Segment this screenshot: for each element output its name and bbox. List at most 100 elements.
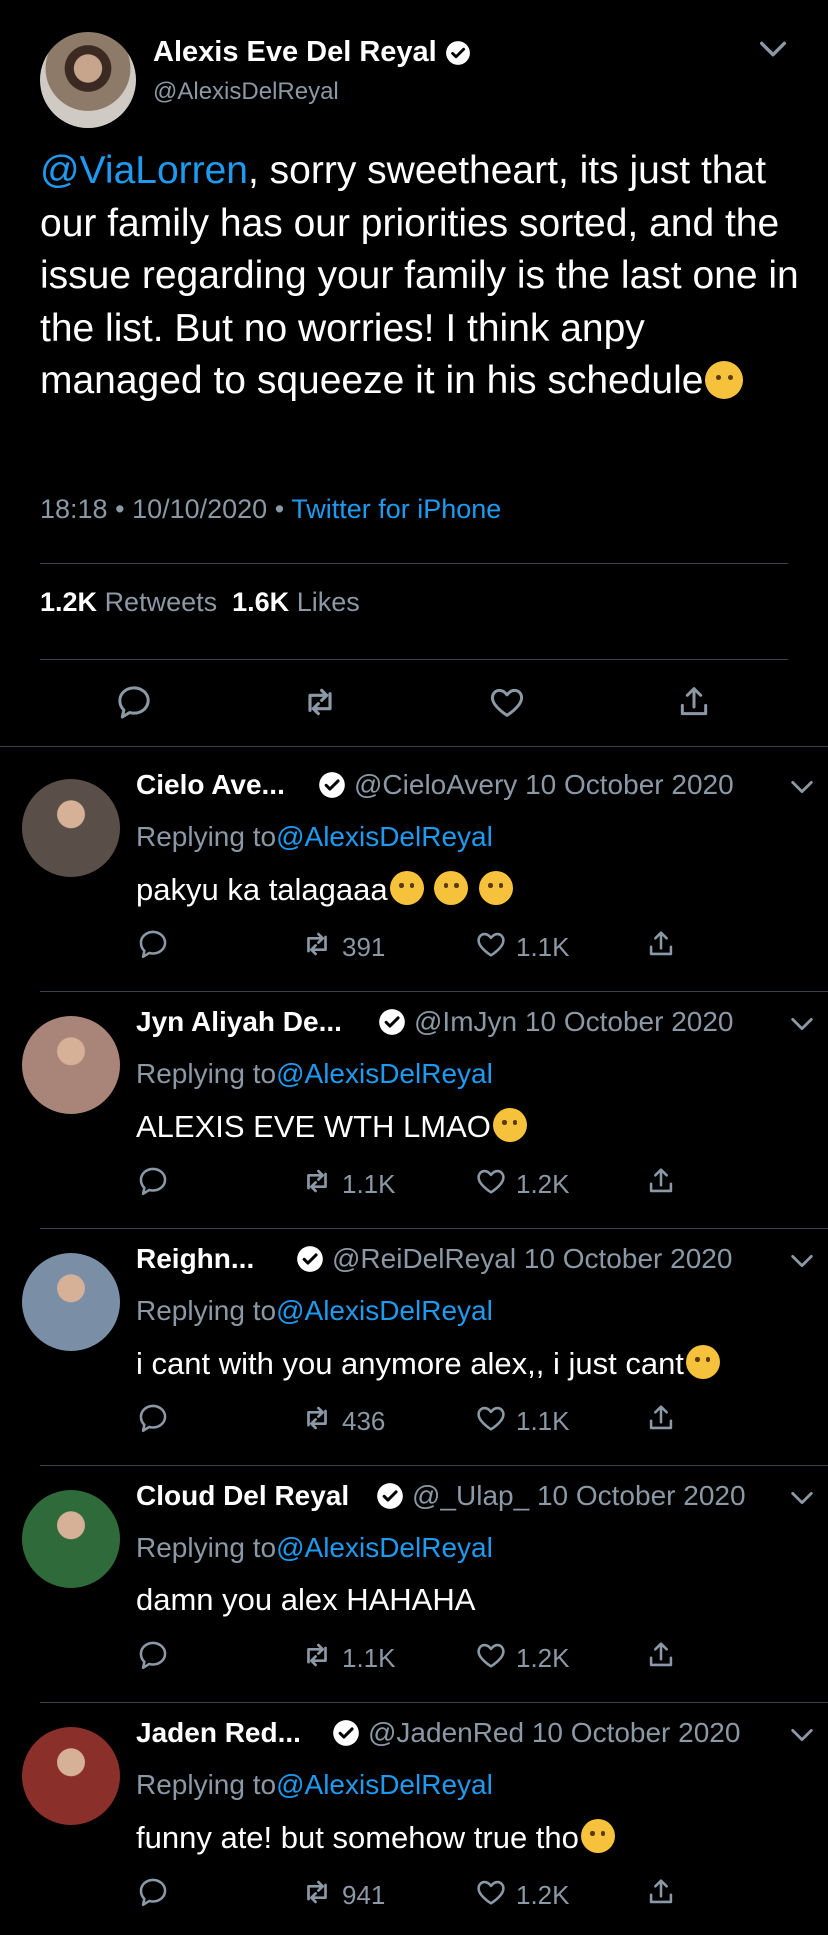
retweet-count: 1.1K [342, 1642, 396, 1673]
meta-dot: • [274, 494, 285, 524]
retweets-stat[interactable]: 1.2K Retweets [40, 587, 217, 617]
reply-author-name[interactable]: Cloud Del Reyal [136, 1480, 349, 1512]
reply-actions: 1.1K 1.2K [136, 1638, 696, 1678]
replying-to-link[interactable]: @AlexisDelReyal [276, 821, 493, 852]
verified-icon [332, 1719, 360, 1747]
retweet-button[interactable]: 1.1K [300, 1638, 396, 1678]
reply-icon [136, 1875, 170, 1916]
divider [40, 659, 788, 660]
retweet-icon [308, 688, 332, 716]
chevron-down-icon[interactable] [788, 1484, 816, 1512]
reply-button[interactable] [136, 1875, 170, 1915]
replying-to-link[interactable]: @AlexisDelReyal [276, 1295, 493, 1326]
reply-handle-date: @ReiDelReyal 10 October 2020 [332, 1243, 732, 1275]
reply-button[interactable] [136, 1401, 170, 1441]
avatar[interactable] [22, 1727, 120, 1825]
chevron-down-icon[interactable] [756, 32, 790, 66]
reply-date: 10 October 2020 [523, 1243, 733, 1274]
tweet-source-link[interactable]: Twitter for iPhone [291, 494, 501, 524]
retweet-icon [300, 927, 334, 968]
like-count: 1.1K [516, 1405, 570, 1436]
main-tweet-text: @ViaLorren, sorry sweetheart, its just t… [40, 145, 800, 408]
reply-handle-date: @_Ulap_ 10 October 2020 [412, 1480, 746, 1512]
like-icon [474, 1638, 508, 1679]
replying-to: Replying to@AlexisDelReyal [136, 821, 493, 853]
avatar[interactable] [22, 1253, 120, 1351]
avatar[interactable] [22, 1016, 120, 1114]
reply-handle[interactable]: @CieloAvery [354, 769, 517, 800]
reply-tweet[interactable]: Jyn Aliyah De... @ImJyn 10 October 2020 Re… [0, 992, 828, 1229]
chevron-down-icon[interactable] [788, 1721, 816, 1749]
like-count: 1.2K [516, 1168, 570, 1199]
retweets-label: Retweets [104, 587, 218, 617]
reply-button[interactable] [108, 676, 160, 728]
like-icon [474, 1875, 508, 1916]
emoji-icon [434, 871, 469, 905]
replying-to: Replying to@AlexisDelReyal [136, 1058, 493, 1090]
retweet-button[interactable]: 436 [300, 1401, 385, 1441]
chevron-down-icon[interactable] [788, 1247, 816, 1275]
main-author-name[interactable]: Alexis Eve Del Reyal [153, 36, 471, 69]
like-icon [474, 1164, 508, 1205]
replying-to-link[interactable]: @AlexisDelReyal [276, 1532, 493, 1563]
replying-to-link[interactable]: @AlexisDelReyal [276, 1769, 493, 1800]
reply-author-name[interactable]: Jaden Red... [136, 1717, 301, 1749]
reply-actions: 1.1K 1.2K [136, 1164, 696, 1204]
share-button[interactable] [644, 1638, 678, 1678]
emoji-icon [580, 1819, 615, 1853]
like-button[interactable]: 1.1K [474, 1401, 570, 1441]
likes-stat[interactable]: 1.6K Likes [232, 587, 360, 617]
reply-tweet[interactable]: Jaden Red... @JadenRed 10 October 2020 Rep… [0, 1703, 828, 1935]
like-button[interactable]: 1.2K [474, 1164, 570, 1204]
like-button[interactable]: 1.1K [474, 927, 570, 967]
reply-button[interactable] [136, 927, 170, 967]
share-button[interactable] [644, 1875, 678, 1915]
reply-tweet[interactable]: Cielo Ave... @CieloAvery 10 October 2020 R… [0, 755, 828, 992]
retweet-button[interactable]: 941 [300, 1875, 385, 1915]
reply-handle[interactable]: @_Ulap_ [412, 1480, 529, 1511]
like-button[interactable]: 1.2K [474, 1638, 570, 1678]
main-author-handle[interactable]: @AlexisDelReyal [153, 78, 339, 106]
reply-tweet[interactable]: Reighn... @ReiDelReyal 10 October 2020 Rep… [0, 1229, 828, 1466]
share-button[interactable] [644, 927, 678, 967]
main-tweet: Alexis Eve Del Reyal @AlexisDelReyal @Vi… [0, 0, 828, 748]
retweet-icon [300, 1164, 334, 1205]
avatar[interactable] [22, 1490, 120, 1588]
reply-icon [118, 686, 150, 719]
like-button[interactable]: 1.2K [474, 1875, 570, 1915]
reply-button[interactable] [136, 1164, 170, 1204]
replying-to-label: Replying to [136, 1295, 277, 1326]
reply-icon [136, 1401, 170, 1442]
reply-handle[interactable]: @ReiDelReyal [332, 1243, 516, 1274]
reply-text: pakyu ka talagaaa [136, 871, 513, 908]
reply-author-name[interactable]: Reighn... [136, 1243, 254, 1275]
chevron-down-icon[interactable] [788, 773, 816, 801]
share-button[interactable] [644, 1401, 678, 1441]
share-button[interactable] [644, 1164, 678, 1204]
like-count: 1.2K [516, 1642, 570, 1673]
mention-link[interactable]: @ViaLorren [40, 149, 248, 192]
reply-text: i cant with you anymore alex,, i just ca… [136, 1345, 720, 1382]
verified-icon [445, 40, 470, 65]
tweet-meta: 18:18 • 10/10/2020 • Twitter for iPhone [40, 494, 501, 525]
chevron-down-icon[interactable] [788, 1010, 816, 1038]
reply-tweet[interactable]: Cloud Del Reyal @_Ulap_ 10 October 2020 Re… [0, 1466, 828, 1703]
retweet-button[interactable]: 391 [300, 927, 385, 967]
replying-to-link[interactable]: @AlexisDelReyal [276, 1058, 493, 1089]
retweet-button[interactable]: 1.1K [300, 1164, 396, 1204]
retweets-count: 1.2K [40, 587, 98, 617]
like-button[interactable] [481, 676, 533, 728]
reply-handle[interactable]: @ImJyn [414, 1006, 517, 1037]
retweet-count: 941 [342, 1879, 386, 1910]
retweet-button[interactable] [294, 676, 346, 728]
reply-author-name[interactable]: Cielo Ave... [136, 769, 285, 801]
main-avatar[interactable] [40, 32, 136, 128]
avatar[interactable] [22, 779, 120, 877]
reply-button[interactable] [136, 1638, 170, 1678]
reply-header: Reighn... @ReiDelReyal 10 October 2020 [136, 1243, 813, 1279]
reply-body: ALEXIS EVE WTH LMAO [136, 1109, 491, 1144]
reply-author-name[interactable]: Jyn Aliyah De... [136, 1006, 342, 1038]
reply-handle[interactable]: @JadenRed [368, 1717, 524, 1748]
emoji-icon [492, 1108, 527, 1142]
share-button[interactable] [668, 676, 720, 728]
